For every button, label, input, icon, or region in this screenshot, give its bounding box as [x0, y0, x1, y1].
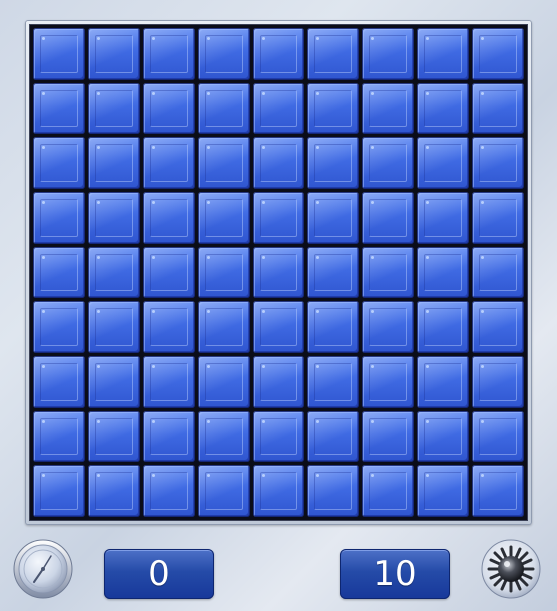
- minefield-cell[interactable]: [87, 82, 140, 135]
- minefield-cell[interactable]: [472, 410, 524, 463]
- minefield-cell[interactable]: [362, 192, 415, 244]
- minefield-cell[interactable]: [87, 137, 140, 189]
- minefield-cell[interactable]: [33, 301, 85, 353]
- minefield-cell[interactable]: [33, 28, 85, 80]
- minefield-cell[interactable]: [33, 465, 85, 517]
- minefield-cell[interactable]: [472, 465, 524, 517]
- minefield-cell[interactable]: [362, 301, 415, 353]
- mine-icon: [481, 539, 541, 599]
- minefield-cell[interactable]: [307, 192, 360, 244]
- minefield-cell[interactable]: [417, 137, 470, 189]
- game-board[interactable]: [29, 24, 528, 521]
- clock-icon: [13, 539, 73, 599]
- minefield-cell[interactable]: [197, 301, 250, 353]
- minefield-cell[interactable]: [252, 82, 305, 135]
- minefield-cell[interactable]: [417, 28, 470, 80]
- minefield-cell[interactable]: [472, 82, 524, 135]
- minefield-cell[interactable]: [472, 356, 524, 408]
- minefield-cell[interactable]: [472, 301, 524, 353]
- mine-counter-display: 10: [340, 549, 450, 599]
- minefield-cell[interactable]: [252, 465, 305, 517]
- minefield-cell[interactable]: [362, 410, 415, 463]
- minefield-cell[interactable]: [142, 410, 195, 463]
- minefield-cell[interactable]: [33, 137, 85, 189]
- minefield-cell[interactable]: [197, 82, 250, 135]
- minefield-cell[interactable]: [252, 246, 305, 299]
- minefield-cell[interactable]: [472, 137, 524, 189]
- minefield-cell[interactable]: [472, 192, 524, 244]
- minefield-cell[interactable]: [142, 192, 195, 244]
- minefield-cell[interactable]: [307, 410, 360, 463]
- minefield-cell[interactable]: [362, 246, 415, 299]
- minefield-cell[interactable]: [197, 356, 250, 408]
- minefield-cell[interactable]: [362, 356, 415, 408]
- timer-display: 0: [104, 549, 214, 599]
- minefield-cell[interactable]: [307, 465, 360, 517]
- minefield-cell[interactable]: [33, 246, 85, 299]
- minefield-cell[interactable]: [417, 246, 470, 299]
- minefield-cell[interactable]: [362, 28, 415, 80]
- minefield-cell[interactable]: [472, 28, 524, 80]
- minefield-cell[interactable]: [362, 137, 415, 189]
- minefield-cell[interactable]: [362, 465, 415, 517]
- minefield-cell[interactable]: [472, 246, 524, 299]
- minefield-cell[interactable]: [197, 192, 250, 244]
- minefield-cell[interactable]: [87, 301, 140, 353]
- minefield-cell[interactable]: [307, 137, 360, 189]
- minefield-cell[interactable]: [142, 137, 195, 189]
- minefield-cell[interactable]: [252, 28, 305, 80]
- minefield-cell[interactable]: [307, 246, 360, 299]
- minefield-cell[interactable]: [33, 356, 85, 408]
- minefield-cell[interactable]: [197, 246, 250, 299]
- minefield-cell[interactable]: [252, 192, 305, 244]
- minefield-cell[interactable]: [307, 301, 360, 353]
- minefield-cell[interactable]: [33, 192, 85, 244]
- minefield-cell[interactable]: [417, 465, 470, 517]
- minefield-cell[interactable]: [87, 192, 140, 244]
- minefield-cell[interactable]: [307, 82, 360, 135]
- minefield-cell[interactable]: [87, 465, 140, 517]
- minefield-cell[interactable]: [252, 137, 305, 189]
- minefield-cell[interactable]: [417, 410, 470, 463]
- minefield-cell[interactable]: [197, 410, 250, 463]
- minefield-cell[interactable]: [87, 28, 140, 80]
- minefield-cell[interactable]: [142, 301, 195, 353]
- minefield-cell[interactable]: [197, 28, 250, 80]
- minefield-cell[interactable]: [142, 356, 195, 408]
- minefield-cell[interactable]: [33, 82, 85, 135]
- minefield-cell[interactable]: [417, 356, 470, 408]
- minefield-cell[interactable]: [87, 246, 140, 299]
- minefield-cell[interactable]: [142, 28, 195, 80]
- minefield-cell[interactable]: [87, 356, 140, 408]
- minefield-cell[interactable]: [417, 301, 470, 353]
- minefield-cell[interactable]: [197, 465, 250, 517]
- minefield-cell[interactable]: [307, 356, 360, 408]
- minefield-cell[interactable]: [417, 82, 470, 135]
- minefield-cell[interactable]: [307, 28, 360, 80]
- minefield-cell[interactable]: [252, 301, 305, 353]
- minefield-cell[interactable]: [362, 82, 415, 135]
- minefield-cell[interactable]: [252, 356, 305, 408]
- minefield-cell[interactable]: [142, 246, 195, 299]
- minefield-cell[interactable]: [142, 82, 195, 135]
- minefield-cell[interactable]: [87, 410, 140, 463]
- minefield-cell[interactable]: [417, 192, 470, 244]
- minefield-cell[interactable]: [252, 410, 305, 463]
- minefield-cell[interactable]: [197, 137, 250, 189]
- minefield-cell[interactable]: [33, 410, 85, 463]
- minefield-cell[interactable]: [142, 465, 195, 517]
